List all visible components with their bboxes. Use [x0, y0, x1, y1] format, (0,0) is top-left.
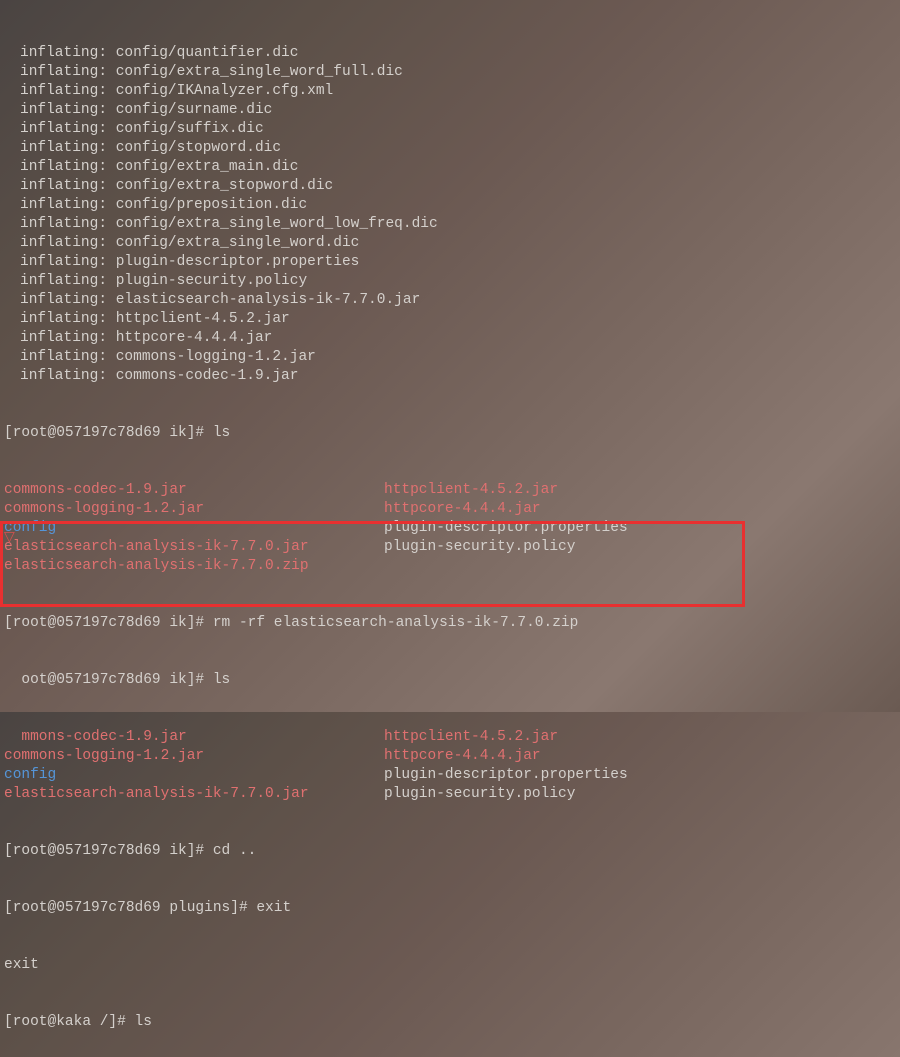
- ls-file: elasticsearch-analysis-ik-7.7.0.jar: [4, 538, 384, 557]
- inflate-block: inflating: config/quantifier.dicinflatin…: [4, 44, 896, 386]
- inflate-line: inflating: httpcore-4.4.4.jar: [4, 329, 896, 348]
- inflate-line: inflating: config/extra_single_word.dic: [4, 234, 896, 253]
- ls-row: elasticsearch-analysis-ik-7.7.0.jarplugi…: [4, 538, 896, 557]
- inflate-line: inflating: config/stopword.dic: [4, 139, 896, 158]
- ls-file: [384, 557, 896, 576]
- inflate-line: inflating: config/extra_stopword.dic: [4, 177, 896, 196]
- prompt-cd: [root@057197c78d69 ik]# cd ..: [4, 842, 896, 861]
- ls-row: configplugin-descriptor.properties: [4, 519, 896, 538]
- inflate-line: inflating: commons-codec-1.9.jar: [4, 367, 896, 386]
- inflate-line: inflating: config/surname.dic: [4, 101, 896, 120]
- ls-row: commons-codec-1.9.jarhttpclient-4.5.2.ja…: [4, 481, 896, 500]
- ls-row: elasticsearch-analysis-ik-7.7.0.zip: [4, 557, 896, 576]
- inflate-line: inflating: plugin-descriptor.properties: [4, 253, 896, 272]
- inflate-line: inflating: elasticsearch-analysis-ik-7.7…: [4, 291, 896, 310]
- ls-file: elasticsearch-analysis-ik-7.7.0.jar: [4, 785, 384, 804]
- inflate-line: inflating: httpclient-4.5.2.jar: [4, 310, 896, 329]
- ls-file: plugin-descriptor.properties: [384, 519, 896, 538]
- inflate-line: inflating: config/extra_single_word_low_…: [4, 215, 896, 234]
- exit-text: exit: [4, 956, 896, 975]
- ls-row: mmons-codec-1.9.jarhttpclient-4.5.2.jar: [4, 728, 896, 747]
- inflate-line: inflating: config/suffix.dic: [4, 120, 896, 139]
- ls-file: plugin-security.policy: [384, 538, 896, 557]
- ls-file: config: [4, 766, 384, 785]
- inflate-line: inflating: config/quantifier.dic: [4, 44, 896, 63]
- ls-file: commons-logging-1.2.jar: [4, 747, 384, 766]
- ls-file: plugin-security.policy: [384, 785, 896, 804]
- ls-output-2: mmons-codec-1.9.jarhttpclient-4.5.2.jarc…: [4, 728, 896, 804]
- inflate-line: inflating: config/preposition.dic: [4, 196, 896, 215]
- triangle-icon: ▽: [4, 529, 15, 548]
- inflate-line: inflating: config/extra_single_word_full…: [4, 63, 896, 82]
- prompt-exit: [root@057197c78d69 plugins]# exit: [4, 899, 896, 918]
- ls-file: httpclient-4.5.2.jar: [384, 481, 896, 500]
- ls-row: commons-logging-1.2.jarhttpcore-4.4.4.ja…: [4, 747, 896, 766]
- ls-file: httpclient-4.5.2.jar: [384, 728, 896, 747]
- prompt-ls-2: oot@057197c78d69 ik]# ls: [4, 671, 896, 690]
- inflate-line: inflating: config/IKAnalyzer.cfg.xml: [4, 82, 896, 101]
- ls-file: commons-logging-1.2.jar: [4, 500, 384, 519]
- prompt-ls-1: [root@057197c78d69 ik]# ls: [4, 424, 896, 443]
- inflate-line: inflating: plugin-security.policy: [4, 272, 896, 291]
- terminal-output[interactable]: inflating: config/quantifier.dicinflatin…: [0, 0, 900, 1057]
- prompt-final-ls: [root@kaka /]# ls: [4, 1013, 896, 1032]
- ls-row: commons-logging-1.2.jarhttpcore-4.4.4.ja…: [4, 500, 896, 519]
- ls-file: httpcore-4.4.4.jar: [384, 500, 896, 519]
- ls-file: commons-codec-1.9.jar: [4, 481, 384, 500]
- prompt-rm: [root@057197c78d69 ik]# rm -rf elasticse…: [4, 614, 896, 633]
- ls-file: plugin-descriptor.properties: [384, 766, 896, 785]
- ls-file: elasticsearch-analysis-ik-7.7.0.zip: [4, 557, 384, 576]
- ls-row: elasticsearch-analysis-ik-7.7.0.jarplugi…: [4, 785, 896, 804]
- ls-file: config: [4, 519, 384, 538]
- inflate-line: inflating: config/extra_main.dic: [4, 158, 896, 177]
- ls-row: configplugin-descriptor.properties: [4, 766, 896, 785]
- inflate-line: inflating: commons-logging-1.2.jar: [4, 348, 896, 367]
- ls-output-1: commons-codec-1.9.jarhttpclient-4.5.2.ja…: [4, 481, 896, 576]
- ls-file: httpcore-4.4.4.jar: [384, 747, 896, 766]
- ls-file: mmons-codec-1.9.jar: [4, 728, 384, 747]
